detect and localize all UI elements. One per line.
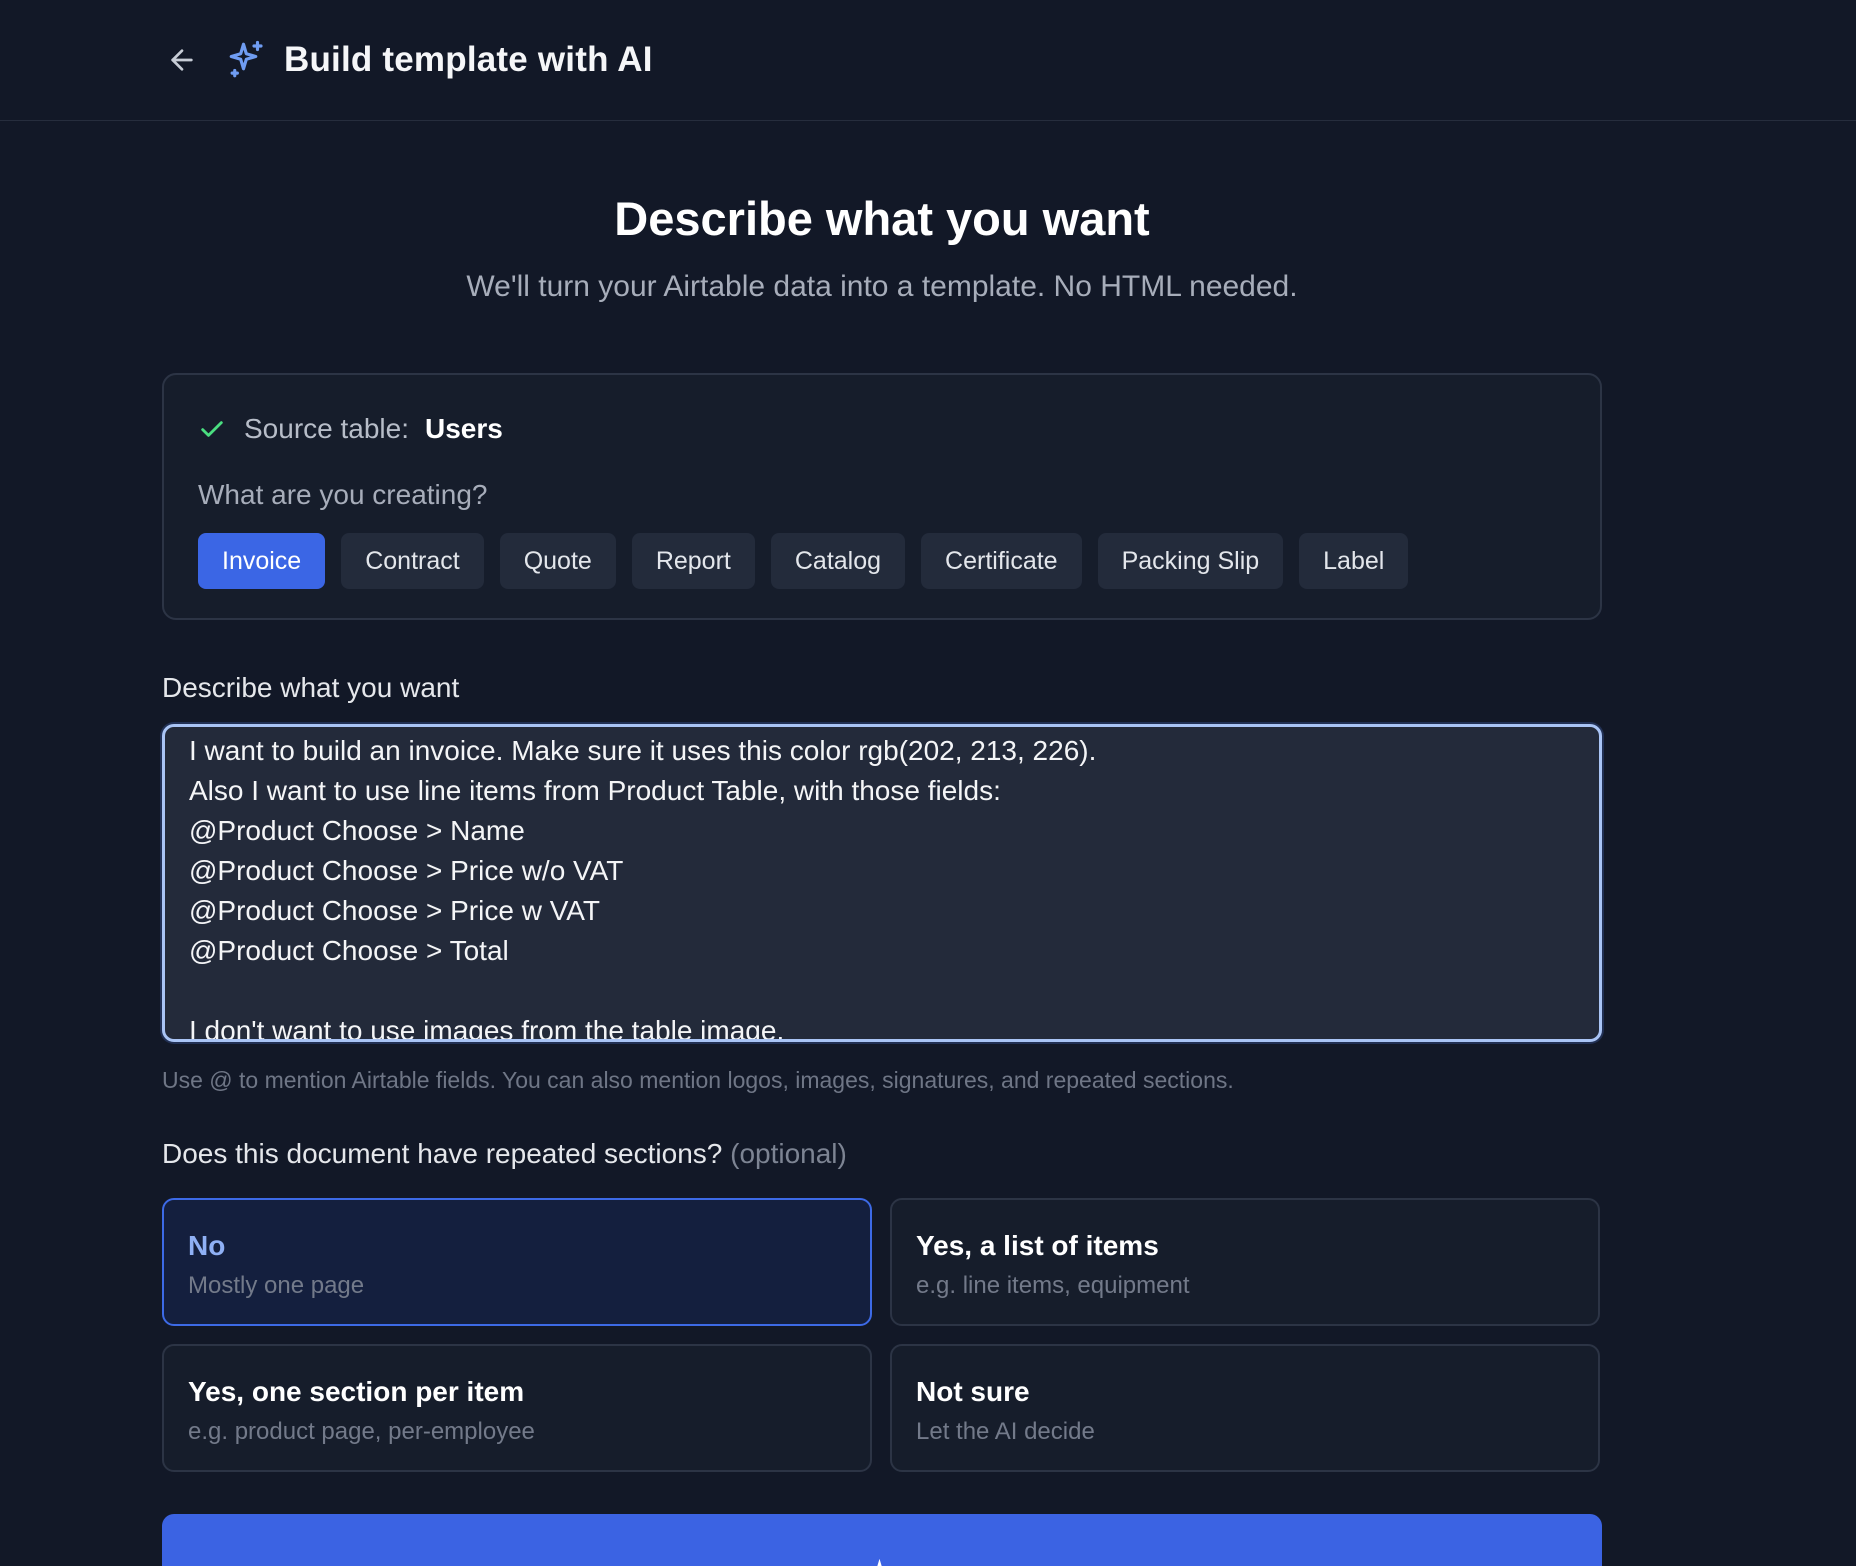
option-description: e.g. product page, per-employee <box>188 1418 535 1445</box>
sparkle-icon <box>226 37 272 83</box>
option-no[interactable]: No Mostly one page <box>162 1198 872 1326</box>
source-table-value: Users <box>425 413 503 444</box>
hero-title: Describe what you want <box>614 192 1150 245</box>
chip-quote[interactable]: Quote <box>499 533 616 589</box>
repeated-sections-options: No Mostly one page Yes, a list of items … <box>162 1198 1602 1472</box>
hero-subtitle: We'll turn your Airtable data into a tem… <box>466 270 1298 303</box>
main-content: Describe what you want We'll turn your A… <box>162 191 1602 1566</box>
option-description: Let the AI decide <box>916 1418 1095 1445</box>
option-section-per-item[interactable]: Yes, one section per item e.g. product p… <box>162 1344 872 1472</box>
option-not-sure[interactable]: Not sure Let the AI decide <box>890 1344 1600 1472</box>
repeated-sections-label: Does this document have repeated section… <box>162 1136 1602 1172</box>
document-type-chips: Invoice Contract Quote Report Catalog Ce… <box>198 533 1566 589</box>
option-list-of-items[interactable]: Yes, a list of items e.g. line items, eq… <box>890 1198 1600 1326</box>
source-card: Source table: Users What are you creatin… <box>162 373 1602 620</box>
chip-catalog[interactable]: Catalog <box>770 533 906 589</box>
option-title: Yes, a list of items <box>916 1230 1159 1261</box>
option-description: e.g. line items, equipment <box>916 1272 1190 1299</box>
description-label: Describe what you want <box>162 672 460 703</box>
generate-template-button[interactable] <box>162 1514 1602 1566</box>
description-field[interactable]: I want to build an invoice. Make sure it… <box>162 724 1602 1042</box>
option-description: Mostly one page <box>188 1272 365 1299</box>
chip-packing-slip[interactable]: Packing Slip <box>1097 533 1284 589</box>
page-title: Build template with AI <box>284 40 653 79</box>
option-title: Yes, one section per item <box>188 1376 525 1407</box>
chip-label[interactable]: Label <box>1299 533 1409 589</box>
arrow-left-icon <box>171 49 193 71</box>
page-header: Build template with AI <box>0 0 1856 121</box>
chip-certificate[interactable]: Certificate <box>921 533 1082 589</box>
description-textarea[interactable]: I want to build an invoice. Make sure it… <box>165 727 1599 1039</box>
option-title: Not sure <box>916 1376 1030 1407</box>
chip-contract[interactable]: Contract <box>341 533 484 589</box>
chip-report[interactable]: Report <box>631 533 755 589</box>
sparkle-icon <box>877 1559 882 1566</box>
document-type-label: What are you creating? <box>198 479 488 510</box>
option-title: No <box>188 1230 226 1261</box>
source-table-row: Source table: Users <box>198 409 1566 449</box>
source-table-label: Source table: <box>244 413 409 444</box>
description-helper-text: Use @ to mention Airtable fields. You ca… <box>162 1067 1234 1093</box>
optional-tag: (optional) <box>730 1138 847 1169</box>
check-icon <box>198 415 226 443</box>
back-button[interactable] <box>162 40 202 80</box>
chip-invoice[interactable]: Invoice <box>198 533 326 589</box>
repeated-sections-question: Does this document have repeated section… <box>162 1138 723 1169</box>
